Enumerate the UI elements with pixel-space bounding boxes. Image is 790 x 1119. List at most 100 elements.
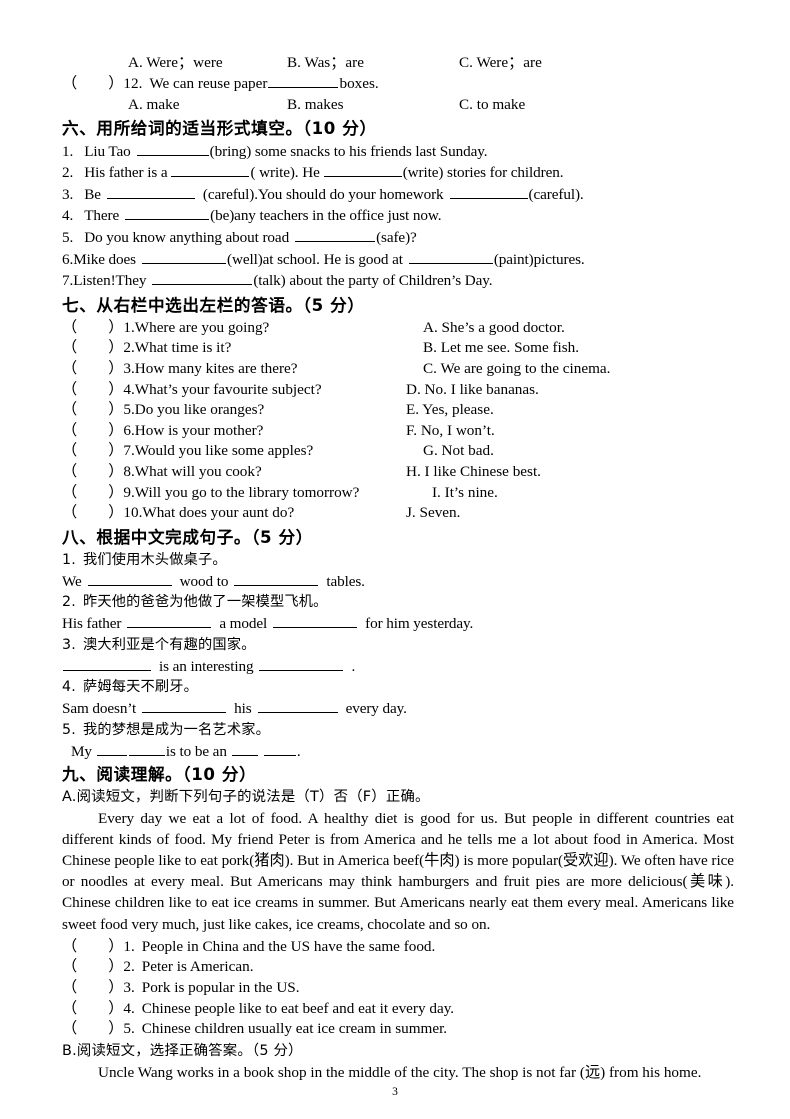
item-number: 3. bbox=[62, 185, 74, 203]
question-text: What’s your favourite subject? bbox=[134, 380, 322, 398]
fill-blank[interactable] bbox=[96, 741, 127, 757]
item-text: There bbox=[84, 207, 120, 225]
chinese-prompt: 我们使用木头做桌子。 bbox=[82, 551, 227, 568]
section-6-item-4: 4. There (be)any teachers in the office ju… bbox=[62, 205, 734, 227]
fill-blank[interactable] bbox=[142, 698, 227, 714]
section-9-heading: 九、阅读理解。（10 分） bbox=[62, 764, 257, 784]
match-answer[interactable]: D. No. I like bananas. bbox=[406, 380, 539, 401]
item-number: 4. bbox=[62, 207, 74, 225]
option-b[interactable]: B. makes bbox=[287, 94, 344, 115]
fill-blank[interactable] bbox=[136, 141, 209, 156]
fill-blank[interactable] bbox=[125, 205, 210, 221]
answer-bracket-close: ） bbox=[108, 75, 124, 92]
fill-blank-2[interactable] bbox=[273, 613, 358, 629]
match-answer[interactable]: A. She’s a good doctor. bbox=[423, 318, 565, 339]
section-9-partA-questions: （）1. People in China and the US have the … bbox=[62, 937, 734, 1040]
sentence-part-3: for him yesterday. bbox=[365, 615, 474, 633]
match-question: （）7.Would you like some apples? bbox=[62, 442, 314, 460]
option-c[interactable]: C. to make bbox=[459, 94, 525, 115]
reading-passage-b: Uncle Wang works in a book shop in the m… bbox=[98, 1063, 702, 1081]
section-8-item-5-chinese: 5. 我的梦想是成为一名艺术家。 bbox=[62, 720, 734, 741]
fill-blank-2[interactable] bbox=[231, 741, 258, 757]
question-text: How many kites are there? bbox=[134, 359, 298, 377]
section-6-item-1: 1. Liu Tao (bring) some snacks to his frie… bbox=[62, 141, 734, 163]
match-answer[interactable]: E. Yes, please. bbox=[406, 400, 494, 421]
match-row: （）5.Do you like oranges? E. Yes, please. bbox=[62, 400, 734, 421]
match-answer[interactable]: I. It’s nine. bbox=[432, 483, 498, 504]
item-text: Do you know anything about road bbox=[84, 228, 290, 246]
item-text-3: (careful). bbox=[528, 185, 584, 203]
fill-blank[interactable] bbox=[295, 227, 376, 242]
item-number: 7. bbox=[123, 442, 135, 460]
option-b[interactable]: B. Was；are bbox=[287, 52, 364, 73]
item-number: 2. bbox=[62, 594, 76, 611]
item-text-2: (well)at school. He is good at bbox=[227, 250, 403, 268]
fill-blank-2b[interactable] bbox=[263, 741, 296, 757]
sentence-part-3: tables. bbox=[326, 572, 365, 590]
section-6-item-6: 6.Mike does (well)at school. He is good a… bbox=[62, 249, 734, 271]
question-11-options: A. Were；were B. Was；are C. Were；are bbox=[62, 52, 734, 73]
fill-blank[interactable] bbox=[142, 249, 226, 264]
match-answer[interactable]: F. No, I won’t. bbox=[406, 421, 495, 442]
fill-blank-1b[interactable] bbox=[128, 741, 165, 757]
match-answer[interactable]: C. We are going to the cinema. bbox=[423, 359, 610, 380]
item-number: 10. bbox=[123, 504, 143, 522]
fill-blank-2[interactable] bbox=[234, 571, 319, 586]
question-text: What does your aunt do? bbox=[142, 504, 295, 522]
match-answer[interactable]: H. I like Chinese best. bbox=[406, 462, 541, 483]
item-number: 1. bbox=[62, 551, 76, 568]
sentence-part-3: . bbox=[351, 657, 356, 675]
fill-blank[interactable] bbox=[106, 184, 195, 199]
item-number: 1. bbox=[62, 142, 74, 160]
chinese-prompt: 萨姆每天不刷牙。 bbox=[82, 679, 199, 696]
fill-blank[interactable] bbox=[268, 73, 339, 88]
tf-question: （）1. People in China and the US have the … bbox=[62, 937, 436, 955]
item-text-3: (write) stories for children. bbox=[402, 164, 564, 182]
match-row: （）9.Will you go to the library tomorrow?… bbox=[62, 483, 734, 504]
section-8-item-3-chinese: 3. 澳大利亚是个有趣的国家。 bbox=[62, 635, 734, 656]
fill-blank-2[interactable] bbox=[257, 698, 338, 714]
fill-blank-2[interactable] bbox=[449, 184, 528, 199]
question-text: Chinese children usually eat ice cream i… bbox=[141, 1020, 448, 1038]
sentence-part-2: his bbox=[234, 700, 252, 718]
match-answer[interactable]: B. Let me see. Some fish. bbox=[423, 338, 579, 359]
sentence-part-3: every day. bbox=[345, 700, 407, 718]
sentence-part-3: . bbox=[296, 743, 301, 761]
tf-question: （）5. Chinese children usually eat ice cre… bbox=[62, 1020, 448, 1038]
match-answer[interactable]: J. Seven. bbox=[406, 503, 460, 524]
section-6-item-3: 3. Be (careful).You should do your homewor… bbox=[62, 184, 734, 206]
option-c[interactable]: C. Were；are bbox=[459, 52, 542, 73]
section-6-item-2: 2. His father is a ( write). He (write) sto… bbox=[62, 162, 734, 184]
fill-blank[interactable] bbox=[63, 656, 151, 671]
tf-question: （）2. Peter is American. bbox=[62, 958, 254, 976]
item-number: 4. bbox=[123, 999, 135, 1017]
chinese-prompt: 昨天他的爸爸为他做了一架模型飞机。 bbox=[82, 594, 328, 611]
sentence-part: Sam doesn’t bbox=[62, 700, 137, 718]
fill-blank[interactable] bbox=[127, 613, 212, 629]
fill-blank-2[interactable] bbox=[408, 249, 493, 264]
item-text-2: (talk) about the party of Children’s Day… bbox=[253, 272, 493, 290]
item-text: His father is a bbox=[84, 164, 168, 182]
question-text: What will you cook? bbox=[134, 462, 262, 480]
item-number: 2. bbox=[123, 958, 135, 976]
option-a[interactable]: A. make bbox=[128, 94, 179, 115]
section-6-item-5: 5. Do you know anything about road (safe)? bbox=[62, 227, 734, 249]
fill-blank-2[interactable] bbox=[259, 656, 344, 671]
fill-blank-2[interactable] bbox=[323, 162, 402, 178]
item-number: 2. bbox=[62, 164, 74, 182]
item-number: 5. bbox=[62, 228, 74, 246]
item-text-3: (paint)pictures. bbox=[493, 250, 585, 268]
match-question: （）6.How is your mother? bbox=[62, 421, 264, 439]
section-8-item-1-chinese: 1. 我们使用木头做桌子。 bbox=[62, 550, 734, 571]
match-answer[interactable]: G. Not bad. bbox=[423, 441, 494, 462]
fill-blank[interactable] bbox=[87, 571, 172, 586]
fill-blank[interactable] bbox=[171, 162, 250, 178]
section-8-item-3-english: is an interesting. bbox=[62, 656, 734, 678]
sentence-part-2: a model bbox=[219, 615, 268, 633]
match-row: （）6.How is your mother? F. No, I won’t. bbox=[62, 421, 734, 442]
page-number: 3 bbox=[392, 1086, 398, 1098]
item-number: 3. bbox=[123, 359, 135, 377]
question-text: Where are you going? bbox=[134, 318, 270, 336]
option-a[interactable]: A. Were；were bbox=[128, 52, 223, 73]
fill-blank[interactable] bbox=[152, 270, 253, 286]
